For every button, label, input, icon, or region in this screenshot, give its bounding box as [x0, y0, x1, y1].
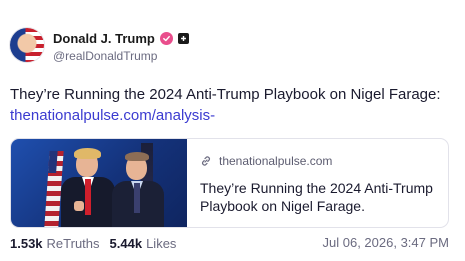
post-timestamp[interactable]: Jul 06, 2026, 3:47 PM	[323, 234, 449, 252]
author-handle[interactable]: @realDonaldTrump	[53, 49, 157, 63]
post-text: They’re Running the 2024 Anti-Trump Play…	[10, 86, 441, 103]
post-stats: 1.53k ReTruths 5.44k Likes	[10, 234, 186, 252]
person-figure-left	[61, 139, 117, 227]
link-domain: thenationalpulse.com	[219, 154, 333, 168]
author-display-name[interactable]: Donald J. Trump	[53, 31, 155, 46]
link-icon	[200, 155, 212, 167]
person-figure-right	[110, 139, 166, 227]
avatar[interactable]	[10, 28, 44, 62]
post-link[interactable]: thenationalpulse.com/analysis-	[10, 105, 215, 126]
link-preview-info: thenationalpulse.com They’re Running the…	[200, 153, 440, 215]
likes-count[interactable]: 5.44k	[110, 236, 143, 251]
link-preview-image	[11, 139, 187, 227]
link-domain-row: thenationalpulse.com	[200, 153, 440, 169]
link-card-title: They’re Running the 2024 Anti-Trump Play…	[200, 180, 433, 214]
retruths-count[interactable]: 1.53k	[10, 236, 43, 251]
truth-social-badge-icon	[177, 32, 189, 44]
verified-badge-icon	[159, 31, 173, 45]
retruths-label[interactable]: ReTruths	[47, 236, 100, 251]
truth-post: Donald J. Trump @realDonaldTrump They’re…	[0, 0, 465, 261]
likes-label[interactable]: Likes	[146, 236, 176, 251]
author-name-row: Donald J. Trump	[53, 29, 189, 47]
link-preview-card[interactable]: thenationalpulse.com They’re Running the…	[10, 138, 449, 228]
